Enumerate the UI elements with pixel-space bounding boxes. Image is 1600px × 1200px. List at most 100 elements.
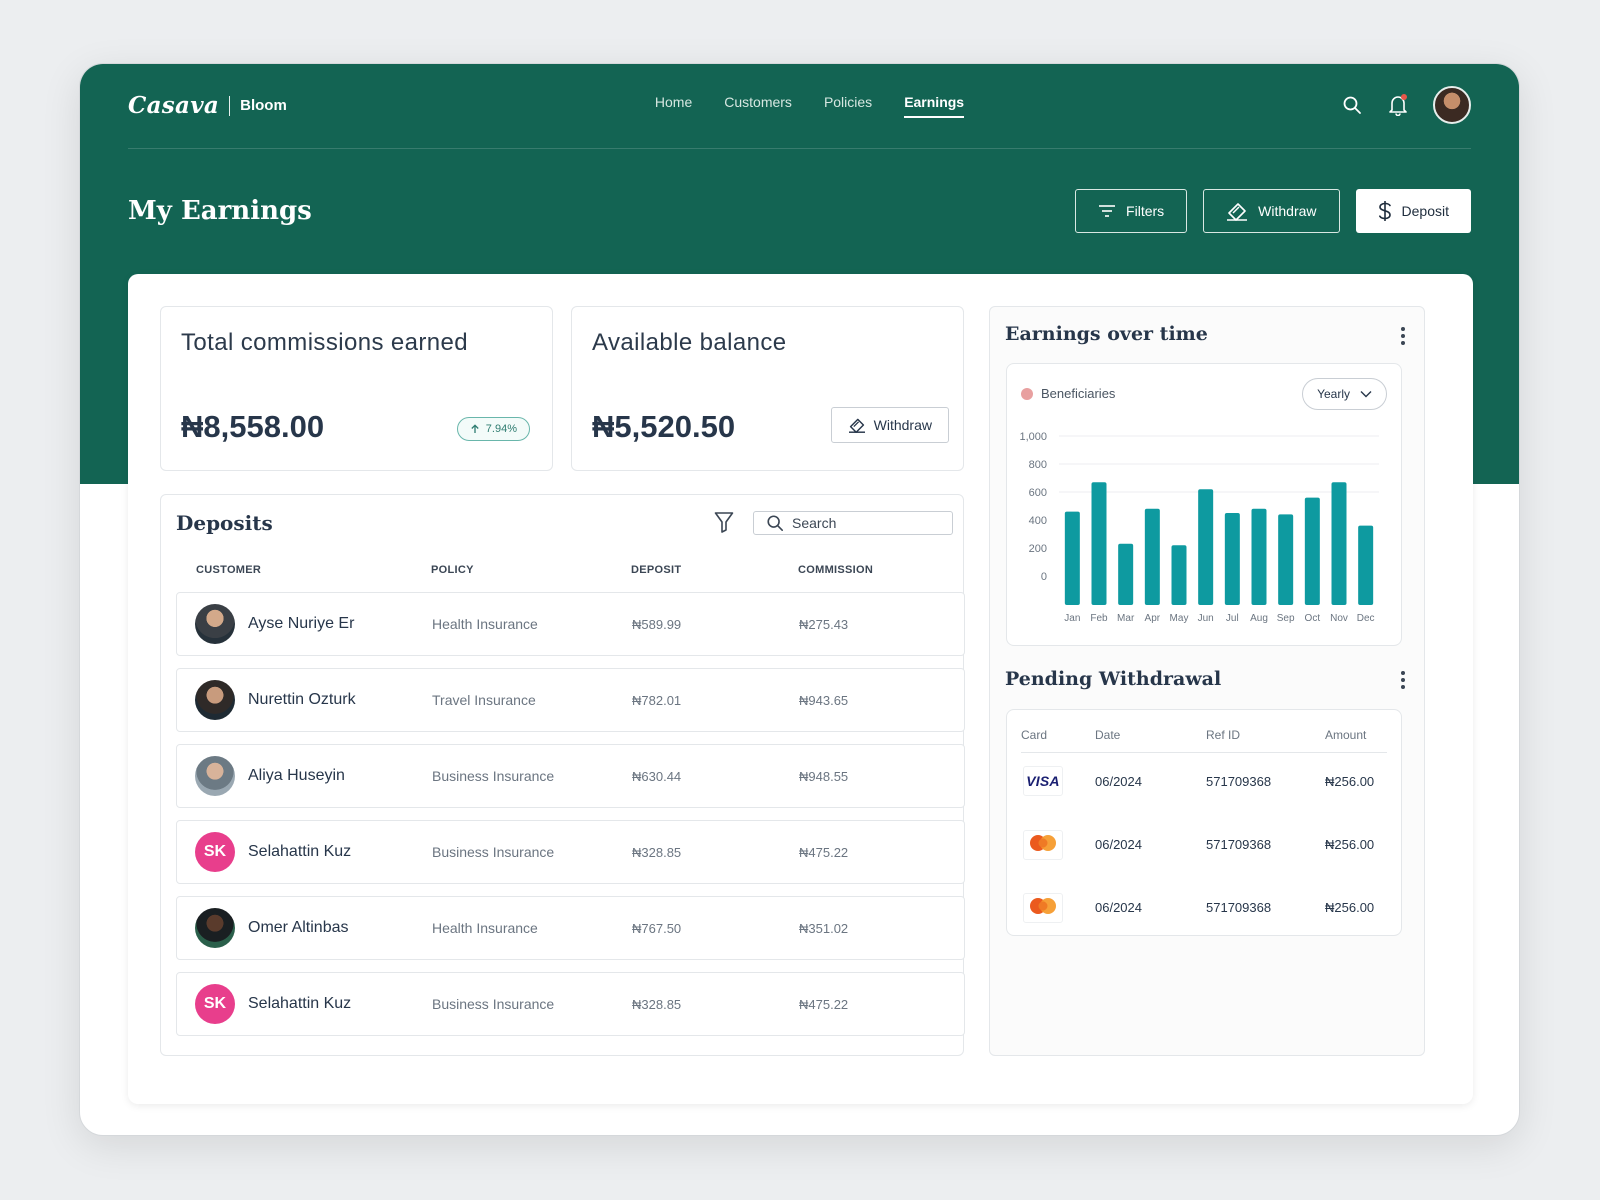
- mastercard-logo: [1023, 893, 1063, 923]
- y-tick-label: 600: [1029, 487, 1047, 499]
- customer-avatar: [195, 604, 235, 644]
- x-tick-label: Apr: [1145, 613, 1161, 624]
- filter-lines-icon: [1099, 205, 1116, 217]
- nav-customers[interactable]: Customers: [724, 94, 792, 118]
- bar-mar[interactable]: [1118, 543, 1134, 605]
- commission-amount: ₦475.22: [799, 997, 849, 1012]
- y-tick-label: 1,000: [1019, 431, 1047, 443]
- available-balance-amount: ₦5,520.50: [592, 409, 736, 444]
- notification-dot: [1401, 94, 1407, 100]
- search-icon: [767, 515, 784, 532]
- customer-avatar: [195, 756, 235, 796]
- funnel-icon[interactable]: [714, 511, 734, 538]
- more-vertical-icon[interactable]: [1398, 671, 1408, 689]
- customer-initials-avatar: SK: [195, 984, 235, 1024]
- bar-oct[interactable]: [1304, 497, 1320, 605]
- policy-name: Business Insurance: [432, 844, 555, 860]
- pending-withdrawal-title: Pending Withdrawal: [1005, 668, 1222, 690]
- x-tick-label: Feb: [1090, 613, 1108, 624]
- nav-policies[interactable]: Policies: [824, 94, 872, 118]
- deposit-amount: ₦589.99: [632, 617, 682, 632]
- col-customer: CUSTOMER: [196, 564, 262, 576]
- x-tick-label: Oct: [1305, 613, 1321, 624]
- customer-name: Aliya Huseyin: [248, 767, 345, 784]
- deposit-amount: ₦630.44: [632, 769, 682, 784]
- bar-may[interactable]: [1171, 545, 1187, 605]
- more-vertical-icon[interactable]: [1398, 327, 1408, 345]
- deposits-search[interactable]: [753, 511, 953, 535]
- col-ref-id: Ref ID: [1206, 728, 1241, 742]
- search-input[interactable]: [792, 515, 932, 531]
- total-commissions-card: Total commissions earned ₦8,558.00 7.94%: [160, 306, 553, 471]
- arrow-up-icon: [471, 424, 479, 433]
- deposit-amount: ₦328.85: [632, 845, 682, 860]
- table-row[interactable]: Omer Altinbas Health Insurance ₦767.50 ₦…: [176, 896, 965, 960]
- customer-name: Selahattin Kuz: [248, 995, 352, 1012]
- commission-amount: ₦948.55: [799, 769, 849, 784]
- x-tick-label: Nov: [1330, 613, 1348, 624]
- user-avatar[interactable]: [1433, 86, 1471, 124]
- bar-apr[interactable]: [1144, 508, 1160, 605]
- deposit-amount: ₦782.01: [632, 693, 682, 708]
- nav-earnings[interactable]: Earnings: [904, 94, 965, 118]
- x-tick-label: Mar: [1117, 613, 1135, 624]
- deposit-amount: ₦328.85: [632, 997, 682, 1012]
- deposit-button[interactable]: Deposit: [1355, 189, 1471, 233]
- commission-amount: ₦943.65: [799, 693, 849, 708]
- page-title: My Earnings: [128, 196, 312, 226]
- visa-label: VISA: [1026, 773, 1060, 789]
- bar-dec[interactable]: [1358, 525, 1374, 605]
- main-nav: Home Customers Policies Earnings: [128, 94, 1471, 118]
- total-commissions-amount: ₦8,558.00: [181, 409, 325, 444]
- table-divider: [1021, 752, 1387, 753]
- search-icon[interactable]: [1341, 94, 1363, 116]
- x-tick-label: May: [1170, 613, 1189, 624]
- bar-sep[interactable]: [1278, 514, 1294, 605]
- withdraw-button[interactable]: Withdraw: [1203, 189, 1340, 233]
- bar-jul[interactable]: [1224, 513, 1240, 605]
- bar-feb[interactable]: [1091, 482, 1107, 605]
- nav-home[interactable]: Home: [655, 94, 692, 118]
- x-tick-label: Jul: [1226, 613, 1239, 624]
- withdrawal-ref: 571709368: [1206, 837, 1272, 852]
- withdraw-label: Withdraw: [1258, 203, 1317, 219]
- table-row[interactable]: Aliya Huseyin Business Insurance ₦630.44…: [176, 744, 965, 808]
- col-deposit: DEPOSIT: [631, 564, 682, 576]
- topbar-actions: [1341, 86, 1471, 124]
- bar-nov[interactable]: [1331, 482, 1347, 605]
- bar-aug[interactable]: [1251, 508, 1267, 605]
- customer-avatar: [195, 680, 235, 720]
- balance-withdraw-button[interactable]: Withdraw: [830, 407, 949, 443]
- filters-button[interactable]: Filters: [1075, 189, 1188, 233]
- balance-withdraw-label: Withdraw: [873, 417, 932, 433]
- col-commission: COMMISSION: [798, 564, 874, 576]
- app-window: Casava Bloom Home Customers Policies Ear…: [79, 63, 1520, 1136]
- y-tick-label: 200: [1029, 543, 1047, 555]
- col-amount: Amount: [1325, 728, 1367, 742]
- deposit-label: Deposit: [1401, 203, 1449, 219]
- bar-jan[interactable]: [1064, 511, 1080, 605]
- policy-name: Health Insurance: [432, 920, 538, 936]
- y-tick-label: 400: [1029, 515, 1047, 527]
- customer-initials-avatar: SK: [195, 832, 235, 872]
- total-commissions-title: Total commissions earned: [181, 329, 469, 356]
- withdraw-icon: [1227, 203, 1248, 221]
- x-tick-label: Aug: [1250, 613, 1268, 624]
- earnings-chart-title: Earnings over time: [1005, 323, 1208, 345]
- deposits-title: Deposits: [176, 511, 273, 535]
- table-row[interactable]: Nurettin Ozturk Travel Insurance ₦782.01…: [176, 668, 965, 732]
- table-row[interactable]: Ayse Nuriye Er Health Insurance ₦589.99 …: [176, 592, 965, 656]
- top-navigation: Casava Bloom Home Customers Policies Ear…: [128, 64, 1471, 149]
- bar-jun[interactable]: [1198, 489, 1214, 605]
- table-row[interactable]: SK Selahattin Kuz Business Insurance ₦32…: [176, 972, 965, 1036]
- available-balance-card: Available balance ₦5,520.50 Withdraw: [571, 306, 964, 471]
- withdrawal-date: 06/2024: [1095, 837, 1142, 852]
- chart-card: Beneficiaries Yearly 0 200 400 600 800 1,000 J…: [1006, 363, 1402, 646]
- trend-badge: 7.94%: [456, 417, 530, 441]
- policy-name: Business Insurance: [432, 768, 555, 784]
- table-row[interactable]: SK Selahattin Kuz Business Insurance ₦32…: [176, 820, 965, 884]
- bell-icon[interactable]: [1387, 94, 1409, 116]
- customer-name: Ayse Nuriye Er: [248, 615, 355, 632]
- customer-name: Omer Altinbas: [248, 919, 349, 936]
- col-policy: POLICY: [431, 564, 474, 576]
